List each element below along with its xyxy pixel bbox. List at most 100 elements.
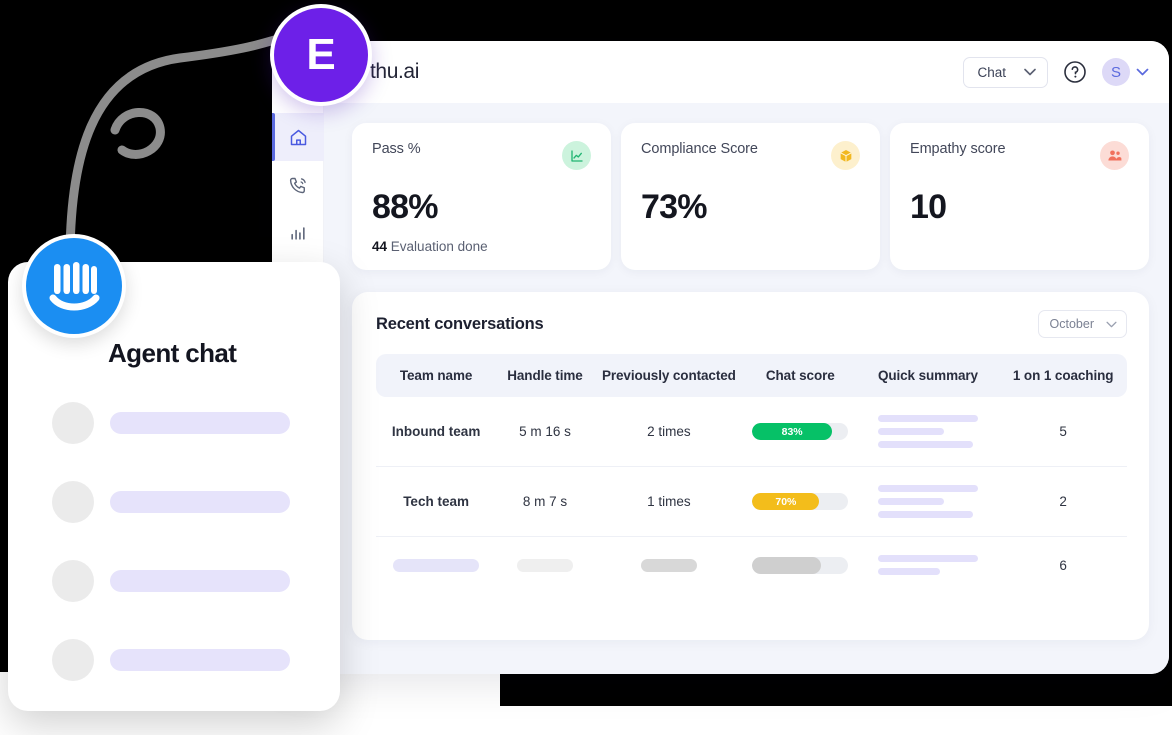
month-filter-label: October <box>1049 317 1094 331</box>
placeholder-pill <box>110 649 290 671</box>
agent-logo-icon <box>22 234 126 338</box>
cell-handle-time: 8 m 7 s <box>522 494 568 509</box>
cell-quick-summary <box>857 467 1000 537</box>
chat-dropdown-label: Chat <box>977 64 1006 80</box>
skeleton-line <box>877 441 973 448</box>
sidebar-item-home[interactable] <box>272 113 324 161</box>
conversations-table: Team name Handle time Previously contact… <box>376 354 1127 593</box>
cell-coaching: 2 <box>1059 494 1067 509</box>
backdrop-cut-right <box>496 706 1172 735</box>
column-header-quick-summary: Quick summary <box>877 368 978 383</box>
cell-chat-score: 70% <box>744 467 857 537</box>
cell-team-name: Tech team <box>403 494 469 509</box>
score-bar-track <box>752 556 849 574</box>
cell-handle-time: 5 m 16 s <box>519 424 571 439</box>
summary-skeleton <box>877 415 978 448</box>
stat-card-empathy: Empathy score 10 <box>890 123 1149 270</box>
avatar <box>52 402 94 444</box>
list-item[interactable] <box>52 560 290 602</box>
avatar: S <box>1102 58 1130 86</box>
column-header-team-name: Team name <box>399 368 473 383</box>
avatar <box>52 481 94 523</box>
list-item[interactable] <box>52 481 290 523</box>
skeleton-line <box>877 485 978 492</box>
score-bar-fill <box>752 556 822 574</box>
stat-sub-label: Evaluation done <box>390 239 488 254</box>
sidebar-item-analytics[interactable] <box>272 209 324 257</box>
help-circle-icon[interactable] <box>1062 59 1088 85</box>
cell-previously-contacted: 2 times <box>647 424 691 439</box>
summary-skeleton <box>877 485 978 518</box>
skeleton-line <box>877 428 944 435</box>
home-icon <box>290 129 306 145</box>
bar-chart-icon <box>291 227 305 240</box>
placeholder-pill <box>110 412 290 434</box>
stat-title: Empathy score <box>910 141 1006 157</box>
placeholder-pill <box>516 558 573 572</box>
stat-subtext: 44 Evaluation done <box>372 239 591 254</box>
column-header-coaching: 1 on 1 coaching <box>1012 368 1114 383</box>
cell-previously-contacted: 1 times <box>647 494 691 509</box>
placeholder-pill <box>110 570 290 592</box>
stat-value: 88% <box>372 188 438 226</box>
score-bar-track: 70% <box>752 493 849 510</box>
score-bar-fill: 70% <box>752 493 820 510</box>
list-item[interactable] <box>52 402 290 444</box>
column-header-handle-time: Handle time <box>507 368 583 383</box>
phone-ring-icon <box>289 177 306 193</box>
column-header-previously-contacted: Previously contacted <box>601 368 736 383</box>
page-title: Recent conversations <box>376 314 544 333</box>
avatar <box>52 560 94 602</box>
stat-card-group: Pass % 88% 44 Evaluation done Compliance… <box>352 123 1149 270</box>
placeholder-pill <box>640 558 697 572</box>
avatar <box>52 639 94 681</box>
agent-logo-inner <box>26 238 122 334</box>
stat-card-pass-pct: Pass % 88% 44 Evaluation done <box>352 123 611 270</box>
cell-quick-summary <box>857 537 1000 594</box>
app-header: thu.ai Chat S <box>272 41 1169 103</box>
line-chart-icon <box>562 141 591 170</box>
brand-title: thu.ai <box>370 60 419 83</box>
agent-chat-title: Agent chat <box>108 338 237 368</box>
table-row[interactable]: Tech team 8 m 7 s 1 times 70% 2 <box>376 467 1127 537</box>
user-menu[interactable]: S <box>1102 58 1149 86</box>
stat-title: Compliance Score <box>641 141 758 157</box>
chevron-down-icon <box>1106 321 1117 327</box>
main-content: Pass % 88% 44 Evaluation done Compliance… <box>324 103 1169 674</box>
table-row[interactable]: 6 <box>376 537 1127 594</box>
screenshot-root: thu.ai Chat S Pass % 88% 44 Evaluation d… <box>0 0 1172 735</box>
e-badge-letter: E <box>274 8 368 102</box>
stat-card-compliance: Compliance Score 73% <box>621 123 880 270</box>
people-icon <box>1100 141 1129 170</box>
cube-icon <box>831 141 860 170</box>
e-badge: E <box>270 4 372 106</box>
stat-sub-number: 44 <box>372 239 388 254</box>
skeleton-line <box>877 511 973 518</box>
stat-value: 10 <box>910 188 947 226</box>
agent-logo-glyph <box>49 262 100 311</box>
skeleton-line <box>877 555 978 562</box>
skeleton-line <box>877 568 940 575</box>
chevron-down-icon <box>1136 68 1149 76</box>
cell-team-name: Inbound team <box>391 424 481 439</box>
skeleton-line <box>877 415 978 422</box>
summary-skeleton <box>877 555 978 575</box>
chat-dropdown[interactable]: Chat <box>963 56 1048 88</box>
table-body: Inbound team 5 m 16 s 2 times 83% 5 Tech… <box>376 397 1127 593</box>
cell-quick-summary <box>857 397 1000 467</box>
chevron-down-icon <box>1024 68 1036 76</box>
panel-header: Recent conversations October <box>376 310 1127 338</box>
stat-title: Pass % <box>372 141 421 157</box>
list-item[interactable] <box>52 639 290 681</box>
recent-conversations-panel: Recent conversations October Team name H… <box>352 292 1149 640</box>
sidebar-item-calls[interactable] <box>272 161 324 209</box>
score-bar-track: 83% <box>752 423 849 440</box>
table-row[interactable]: Inbound team 5 m 16 s 2 times 83% 5 <box>376 397 1127 467</box>
header-actions: Chat S <box>963 56 1149 88</box>
placeholder-pill <box>393 558 480 572</box>
cell-coaching: 6 <box>1059 557 1067 573</box>
cell-chat-score: 83% <box>744 397 857 467</box>
month-filter-dropdown[interactable]: October <box>1037 310 1127 338</box>
cell-coaching: 5 <box>1059 424 1067 439</box>
column-header-chat-score: Chat score <box>765 368 835 383</box>
